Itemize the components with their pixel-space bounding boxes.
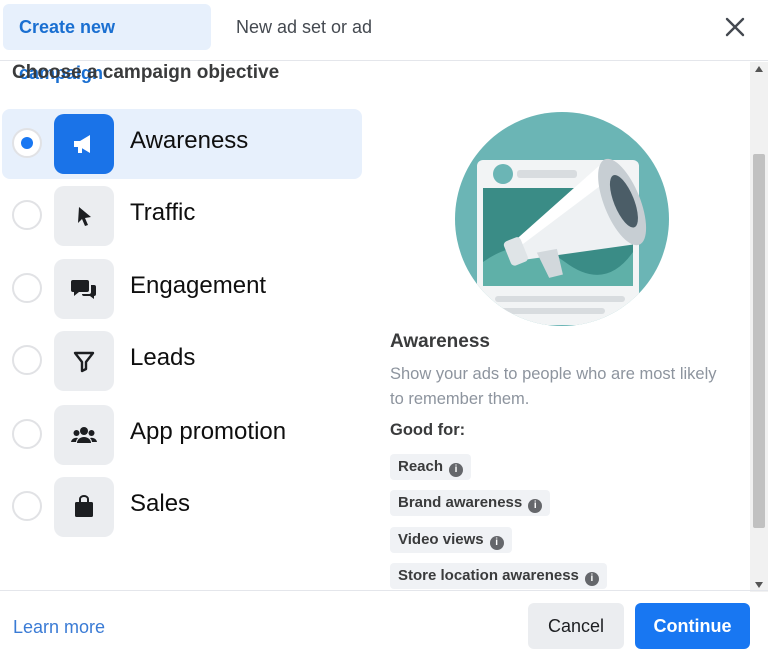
radio-sales[interactable] (12, 491, 42, 521)
objective-label: App promotion (130, 418, 287, 445)
objective-app-promotion[interactable]: App promotion (2, 400, 362, 470)
tab-create-new-campaign[interactable]: Create new campaign (3, 4, 211, 83)
close-icon (725, 17, 745, 37)
section-title: Choose a campaign objective (12, 62, 280, 83)
good-for-tag-brand-awareness: Brand awareness i (390, 490, 551, 516)
objective-leads[interactable]: Leads (2, 326, 362, 396)
scroll-down-arrow-icon[interactable] (755, 582, 763, 588)
radio-leads[interactable] (12, 345, 42, 375)
objective-label: Engagement (130, 272, 267, 299)
close-button[interactable] (720, 12, 750, 42)
objective-label: Awareness (130, 127, 249, 154)
objective-traffic[interactable]: Traffic (2, 181, 362, 251)
info-icon[interactable]: i (528, 499, 543, 513)
tag-label: Reach (398, 458, 444, 475)
objective-engagement[interactable]: Engagement (2, 254, 362, 324)
chat-bubbles-icon (54, 259, 114, 319)
objective-label: Traffic (130, 199, 196, 226)
info-icon[interactable]: i (584, 572, 599, 586)
good-for-tag-store-location-awareness: Store location awareness i (390, 563, 607, 589)
objective-awareness[interactable]: Awareness (2, 109, 362, 179)
tab-new-ad-set-or-ad[interactable]: New ad set or ad (220, 4, 388, 50)
objective-sales[interactable]: Sales (2, 472, 362, 542)
good-for-label: Good for: (390, 421, 466, 439)
campaign-dialog: Create new campaign New ad set or ad Cho… (0, 0, 768, 658)
detail-title: Awareness (390, 331, 490, 352)
good-for-tag-reach: Reach i (390, 454, 472, 480)
scrollbar[interactable] (750, 62, 768, 592)
dialog-header: Create new campaign New ad set or ad (0, 0, 768, 83)
good-for-tag-video-views: Video views i (390, 527, 512, 553)
cursor-icon (54, 186, 114, 246)
tag-label: Video views (398, 531, 484, 548)
radio-engagement[interactable] (12, 273, 42, 303)
info-icon[interactable]: i (449, 463, 464, 477)
radio-awareness[interactable] (12, 128, 42, 158)
tag-label: Brand awareness (398, 494, 523, 511)
info-icon[interactable]: i (489, 536, 504, 550)
scrollbar-thumb[interactable] (753, 154, 765, 528)
cancel-button[interactable]: Cancel (528, 603, 624, 649)
shopping-bag-icon (54, 477, 114, 537)
awareness-illustration (455, 112, 669, 326)
people-icon (54, 405, 114, 465)
funnel-icon (54, 331, 114, 391)
continue-button[interactable]: Continue (635, 603, 750, 649)
objective-label: Leads (130, 344, 196, 371)
detail-description: Show your ads to people who are most lik… (390, 365, 717, 408)
scroll-up-arrow-icon[interactable] (755, 66, 763, 72)
megaphone-icon (54, 114, 114, 174)
radio-traffic[interactable] (12, 200, 42, 230)
learn-more-link[interactable]: Learn more (13, 617, 105, 638)
objective-label: Sales (130, 490, 191, 517)
dialog-footer: Learn more Cancel Continue (0, 590, 768, 659)
radio-app-promotion[interactable] (12, 419, 42, 449)
tag-label: Store location awareness (398, 567, 579, 584)
